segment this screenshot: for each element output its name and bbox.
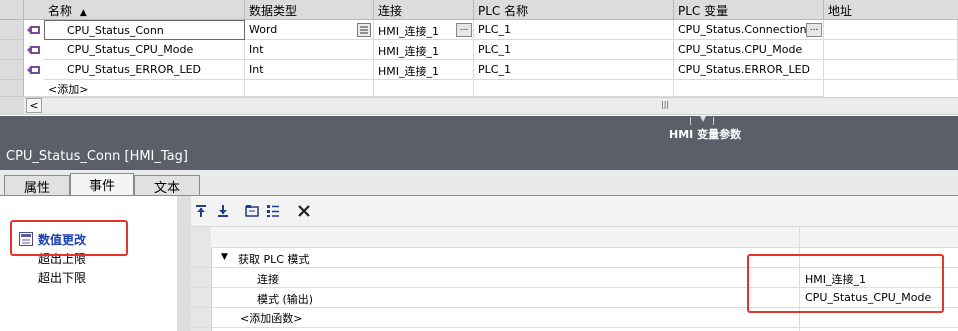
param-name-connection: 连接 (257, 273, 279, 286)
table-cell-plc-var[interactable]: CPU_Status.CPU_Mode (674, 40, 824, 60)
table-cell-plc-name[interactable]: PLC_1 (474, 40, 674, 60)
banner-title: HMI 变量参数 (669, 128, 742, 141)
table-cell (245, 80, 374, 97)
table-cell-datatype[interactable]: Int (245, 40, 374, 60)
plc-var-browse-button[interactable]: ... (806, 23, 822, 37)
sort-ascending-icon: ▲ (79, 8, 87, 18)
move-down-icon[interactable] (215, 203, 231, 219)
insert-folder-icon[interactable] (244, 203, 260, 219)
splitter-mark (713, 117, 714, 125)
table-cell-connection[interactable]: HMI_连接_1 (374, 60, 474, 80)
add-function-row[interactable]: <添加函数> (240, 310, 302, 326)
row-selector[interactable] (0, 20, 24, 40)
highlight-box (747, 254, 944, 313)
scroll-corner (0, 97, 24, 115)
row-gutter-header (0, 0, 24, 20)
row-selector[interactable] (0, 40, 24, 60)
column-header-datatype[interactable]: 数据类型 (245, 0, 374, 20)
scrollbar-grip[interactable]: ||| (661, 100, 669, 109)
hmi-tag-icon (27, 46, 40, 54)
hmi-tag-icon (27, 66, 40, 74)
event-list (0, 196, 178, 331)
table-cell-datatype[interactable]: Int (245, 60, 374, 80)
highlight-box (10, 220, 128, 256)
pane-splitter[interactable] (177, 196, 192, 331)
table-cell-connection[interactable]: HMI_连接_1 (374, 40, 474, 60)
row-selector (0, 80, 24, 97)
table-cell-name[interactable]: CPU_Status_CPU_Mode (44, 40, 245, 60)
tab-texts[interactable]: 文本 (134, 175, 200, 196)
splitter-mark (690, 117, 691, 125)
param-name-mode: 模式 (输出) (257, 293, 314, 306)
table-cell-datatype[interactable]: Word (245, 20, 374, 40)
function-header-row (211, 227, 958, 248)
event-lower-limit[interactable]: 超出下限 (38, 269, 86, 286)
table-cell (474, 80, 674, 97)
table-cell-name[interactable]: CPU_Status_Conn (44, 20, 245, 40)
datatype-picker-icon[interactable] (357, 23, 371, 37)
list-icon[interactable] (265, 203, 281, 219)
tab-properties[interactable]: 属性 (4, 175, 70, 196)
table-cell-plc-name[interactable]: PLC_1 (474, 20, 674, 40)
column-header-plc-var[interactable]: PLC 变量 (674, 0, 824, 20)
row-divider (191, 327, 958, 328)
hmi-tag-icon (27, 26, 40, 34)
hmi-tag-table: 名称 ▲ 数据类型 连接 PLC 名称 PLC 变量 地址 CPU_Status… (0, 0, 958, 116)
panel-divider-banner (0, 116, 958, 144)
function-group-label[interactable]: 获取 PLC 模式 (238, 251, 309, 267)
column-header-plc-name[interactable]: PLC 名称 (474, 0, 674, 20)
delete-icon[interactable] (296, 203, 312, 219)
table-cell-address[interactable] (824, 60, 958, 80)
function-row-gutter (191, 227, 212, 331)
move-up-icon[interactable] (193, 203, 209, 219)
table-cell-plc-name[interactable]: PLC_1 (474, 60, 674, 80)
table-cell-plc-var[interactable]: CPU_Status.Connection (674, 20, 824, 40)
table-cell-address[interactable] (824, 20, 958, 40)
table-cell-name[interactable]: CPU_Status_ERROR_LED (44, 60, 245, 80)
horizontal-scrollbar[interactable] (24, 97, 958, 115)
row-selector[interactable] (0, 60, 24, 80)
column-header-name[interactable]: 名称 ▲ (24, 0, 245, 20)
table-cell-plc-var[interactable]: CPU_Status.ERROR_LED (674, 60, 824, 80)
add-tag-row[interactable]: <添加> (24, 80, 245, 97)
connection-browse-button[interactable]: ... (456, 23, 472, 37)
column-header-address[interactable]: 地址 (824, 0, 958, 20)
properties-title: CPU_Status_Conn [HMI_Tag] (6, 149, 188, 164)
table-cell-address[interactable] (824, 40, 958, 60)
tab-events[interactable]: 事件 (70, 173, 134, 197)
table-cell (674, 80, 824, 97)
column-header-connection[interactable]: 连接 (374, 0, 474, 20)
scroll-left-button[interactable]: < (26, 98, 42, 113)
collapse-arrow-icon[interactable]: ▼ (700, 114, 706, 123)
expand-collapse-icon[interactable]: ▼ (221, 252, 228, 262)
table-cell (374, 80, 474, 97)
